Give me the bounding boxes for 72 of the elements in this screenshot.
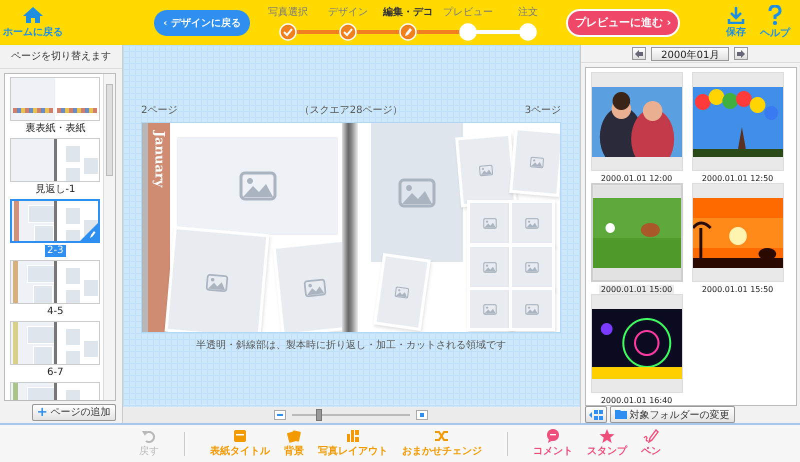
scrollbar[interactable] [102,74,115,400]
step-label: 編集・デコ [382,6,434,18]
page-label: 見返し-1 [34,184,76,196]
page-thumbnail[interactable] [10,260,100,304]
home-button[interactable]: ホームに戻る [0,2,66,44]
bleed-note: 半透明・斜線部は、製本時に折り返し・加工・カットされる領域です [196,338,506,352]
edit-pencil-icon [80,223,98,241]
plus-icon: + [36,404,48,420]
help-icon [768,5,782,25]
photo-placeholder[interactable] [168,229,266,332]
zoom-in-button[interactable] [416,410,428,420]
page-label: 裏表紙・表紙 [24,123,86,135]
photo-thumbnail[interactable] [692,72,784,171]
page-thumbnail[interactable] [10,199,100,243]
view-toggle-button[interactable] [584,406,607,423]
background-tool-button[interactable]: 背景 [281,429,307,458]
page-thumbnail[interactable] [10,321,100,365]
month-selector[interactable]: 2000年01月 [651,46,730,60]
step-label: 写真選択 [267,6,309,18]
photo-placeholder[interactable] [512,290,552,328]
step-label: プレビュー [442,6,494,18]
photo-date: 2000.01.01 12:50 [700,174,774,183]
change-folder-button[interactable]: 対象フォルダーの変更 [610,406,735,423]
photo-placeholder[interactable] [512,203,552,243]
photo-placeholder[interactable] [470,290,510,328]
photo-thumbnail[interactable] [590,72,683,171]
photo-placeholder[interactable] [512,247,552,287]
page-thumbnail[interactable] [10,77,100,121]
comment-tool-button[interactable]: コメント [530,429,576,458]
download-icon [727,6,745,24]
preview-button[interactable]: プレビューに進む › [566,8,680,36]
step-label: デザイン [327,6,369,18]
page-thumbnail[interactable] [10,138,100,182]
house-icon [22,6,44,24]
page-label: 2-3 [45,245,66,257]
photo-date: 2000.01.01 15:00 [598,285,674,294]
month-title: January [152,131,167,188]
add-page-button[interactable]: + ページの追加 [32,404,116,420]
page-label: 6-7 [46,367,65,379]
shuffle-tool-button[interactable]: おまかせチェンジ [399,429,485,458]
photo-placeholder[interactable] [470,203,510,243]
pen-tool-button[interactable]: ペン [638,429,664,458]
help-button[interactable]: ヘルプ [756,5,794,40]
stamp-tool-button[interactable]: スタンプ [584,429,630,458]
layout-tool-button[interactable]: 写真レイアウト [315,429,391,458]
photo-placeholder[interactable] [371,123,464,262]
photo-thumbnail[interactable] [590,294,683,393]
grid-view-icon [588,410,603,420]
book-type: （スクエア28ページ） [300,104,402,117]
photo-placeholder[interactable] [512,130,560,194]
photo-placeholder[interactable] [276,242,342,332]
square-icon [420,413,424,417]
photo-date: 2000.01.01 15:50 [700,285,774,294]
photo-thumbnail[interactable] [692,183,784,282]
back-to-design-button[interactable]: ‹ デザインに戻る [154,10,250,36]
photo-thumbnail[interactable] [590,183,683,282]
minus-icon [277,414,284,416]
photo-placeholder[interactable] [470,247,510,287]
folder-icon [614,410,627,419]
previous-month-button[interactable] [632,47,646,60]
page-number: 3ページ [524,104,562,117]
next-month-button[interactable] [734,47,748,60]
step-label: 注文 [517,6,539,18]
panel-title: ページを切り替えます [0,45,122,69]
page-label: 4-5 [46,306,65,318]
photo-date: 2000.01.01 12:00 [600,174,674,183]
photo-placeholder[interactable] [177,137,338,235]
save-button[interactable]: 保存 [722,6,750,39]
title-tool-button[interactable]: 表紙タイトル [207,429,273,458]
zoom-out-button[interactable] [274,410,286,420]
page-number: 2ページ [141,104,178,117]
photo-date: 2000.01.01 16:40 [600,396,674,405]
